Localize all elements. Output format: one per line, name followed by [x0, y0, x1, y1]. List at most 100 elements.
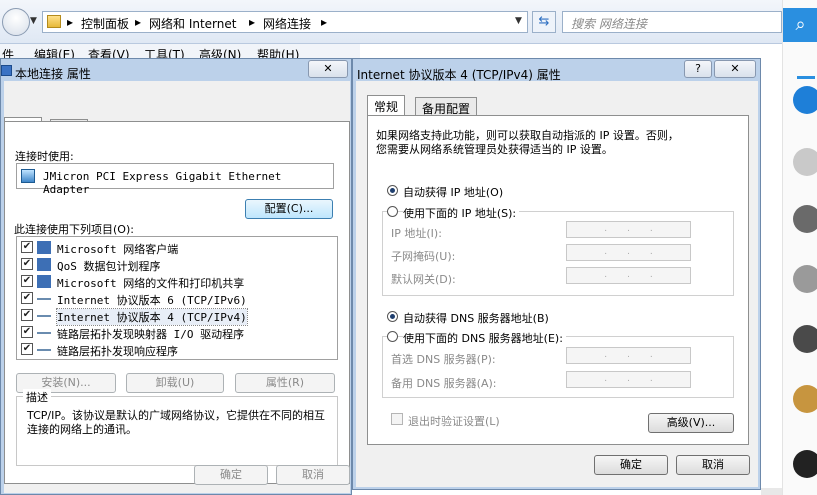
back-button[interactable] [2, 8, 30, 36]
search-icon[interactable]: ⌕ [783, 8, 817, 42]
list-item[interactable]: ✔ 链路层拓扑发现响应程序 [21, 341, 331, 358]
item-label: Microsoft 网络客户端 [57, 243, 179, 256]
cancel-button[interactable]: 取消 [276, 465, 350, 485]
default-gateway-input[interactable]: ... [566, 267, 691, 284]
list-item[interactable]: ✔ 链路层拓扑发现映射器 I/O 驱动程序 [21, 324, 331, 341]
item-label: Internet 协议版本 4 (TCP/IPv4) [56, 308, 248, 326]
avatar[interactable] [793, 148, 817, 176]
local-connection-properties-dialog: 本地连接 属性 ✕ 网络 共享 连接时使用: JMicron PCI Expre… [0, 58, 352, 495]
item-checkbox[interactable]: ✔ [21, 326, 33, 338]
explorer-toolbar: ▼ ▸ 控制面板 ▸ 网络和 Internet ▸ 网络连接 ▸ ▼ ⇆ 搜索 … [0, 0, 782, 44]
items-label: 此连接使用下列项目(O): [14, 223, 134, 236]
intro-text-line2: 您需要从网络系统管理员处获得适当的 IP 设置。 [376, 143, 613, 156]
recent-pages-dropdown-icon[interactable]: ▼ [30, 16, 40, 26]
manual-dns-label[interactable]: 使用下面的 DNS 服务器地址(E): [403, 330, 566, 346]
ok-button[interactable]: 确定 [594, 455, 668, 475]
avatar[interactable] [793, 265, 817, 293]
properties-button[interactable]: 属性(R) [235, 373, 335, 393]
ip-address-label: IP 地址(I): [391, 227, 442, 240]
breadcrumb-separator-icon[interactable]: ▸ [321, 15, 327, 29]
manual-ip-radio[interactable] [387, 206, 398, 217]
avatar[interactable] [793, 325, 817, 353]
network-client-icon [37, 241, 51, 254]
description-text: TCP/IP。该协议是默认的广域网络协议，它提供在不同的相互连接的网络上的通讯。 [27, 409, 325, 436]
auto-dns-radio[interactable] [387, 311, 398, 322]
control-panel-icon [47, 15, 61, 28]
alternate-dns-input[interactable]: ... [566, 371, 691, 388]
list-item[interactable]: ✔ Internet 协议版本 4 (TCP/IPv4) [21, 307, 331, 326]
protocol-icon [37, 309, 51, 317]
network-connection-icon [1, 65, 12, 76]
dialog-title: 本地连接 属性 [15, 67, 91, 81]
help-icon[interactable]: ? [684, 60, 712, 78]
advanced-button[interactable]: 高级(V)... [648, 413, 734, 433]
network-adapter-icon [21, 169, 35, 183]
validate-label[interactable]: 退出时验证设置(L) [408, 413, 500, 429]
item-checkbox[interactable]: ✔ [21, 309, 33, 321]
item-checkbox[interactable]: ✔ [21, 258, 33, 270]
item-checkbox[interactable]: ✔ [21, 241, 33, 253]
ipv4-properties-dialog: Internet 协议版本 4 (TCP/IPv4) 属性 ? ✕ 常规 备用配… [352, 58, 761, 490]
sidebar-accent-bar [797, 76, 815, 79]
close-icon[interactable]: ✕ [308, 60, 348, 78]
preferred-dns-label: 首选 DNS 服务器(P): [391, 353, 496, 366]
preferred-dns-input[interactable]: ... [566, 347, 691, 364]
auto-dns-label[interactable]: 自动获得 DNS 服务器地址(B) [403, 310, 549, 326]
protocol-icon [37, 343, 51, 351]
item-checkbox[interactable]: ✔ [21, 275, 33, 287]
network-service-icon [37, 258, 51, 271]
item-label: Microsoft 网络的文件和打印机共享 [57, 277, 245, 290]
item-label: Internet 协议版本 6 (TCP/IPv6) [57, 294, 247, 307]
desktop-edge [761, 488, 782, 495]
ip-address-input[interactable]: ... [566, 221, 691, 238]
address-dropdown-icon[interactable]: ▼ [515, 16, 527, 28]
close-icon[interactable]: ✕ [714, 60, 756, 78]
address-bar[interactable]: ▸ 控制面板 ▸ 网络和 Internet ▸ 网络连接 ▸ ▼ [42, 11, 528, 33]
item-label: 链路层拓扑发现响应程序 [57, 345, 178, 358]
auto-ip-radio[interactable] [387, 185, 398, 196]
description-heading: 描述 [23, 389, 51, 405]
adapter-field: JMicron PCI Express Gigabit Ethernet Ada… [16, 163, 334, 196]
avatar[interactable] [793, 205, 817, 233]
configure-button[interactable]: 配置(C)... [245, 199, 333, 219]
breadcrumb-separator-icon[interactable]: ▸ [249, 15, 255, 29]
refresh-icon[interactable]: ⇆ [532, 11, 556, 33]
item-checkbox[interactable]: ✔ [21, 292, 33, 304]
breadcrumb-control-panel[interactable]: 控制面板 [81, 15, 129, 32]
dialog-body: 常规 备用配置 如果网络支持此功能，则可以获取自动指派的 IP 设置。否则， 您… [356, 81, 758, 487]
item-label: 链路层拓扑发现映射器 I/O 驱动程序 [57, 328, 245, 341]
auto-ip-label[interactable]: 自动获得 IP 地址(O) [403, 184, 503, 200]
connect-using-label: 连接时使用: [15, 150, 74, 163]
item-checkbox[interactable]: ✔ [21, 343, 33, 355]
protocol-icon [37, 326, 51, 334]
dialog-body: 网络 共享 连接时使用: JMicron PCI Express Gigabit… [4, 81, 350, 493]
list-item[interactable]: ✔ Microsoft 网络客户端 [21, 239, 331, 256]
validate-checkbox[interactable] [391, 413, 403, 425]
right-sidebar: ⌕ [782, 0, 817, 495]
subnet-mask-label: 子网掩码(U): [391, 250, 456, 263]
avatar[interactable] [793, 450, 817, 478]
breadcrumb-network-connections[interactable]: 网络连接 [263, 15, 311, 32]
breadcrumb-network-internet[interactable]: 网络和 Internet [149, 15, 236, 32]
adapter-name: JMicron PCI Express Gigabit Ethernet Ada… [43, 170, 282, 196]
manual-ip-label[interactable]: 使用下面的 IP 地址(S): [403, 205, 520, 221]
default-gateway-label: 默认网关(D): [391, 273, 456, 286]
search-input[interactable]: 搜索 网络连接 [562, 11, 782, 33]
manual-dns-radio[interactable] [387, 331, 398, 342]
alternate-dns-label: 备用 DNS 服务器(A): [391, 377, 497, 390]
list-item[interactable]: ✔ QoS 数据包计划程序 [21, 256, 331, 273]
uninstall-button[interactable]: 卸载(U) [126, 373, 224, 393]
subnet-mask-input[interactable]: ... [566, 244, 691, 261]
breadcrumb-separator-icon[interactable]: ▸ [67, 15, 73, 29]
breadcrumb-separator-icon[interactable]: ▸ [135, 15, 141, 29]
tab-alternate-configuration[interactable]: 备用配置 [415, 97, 478, 116]
description-group: 描述 TCP/IP。该协议是默认的广域网络协议，它提供在不同的相互连接的网络上的… [16, 389, 338, 466]
cancel-button[interactable]: 取消 [676, 455, 750, 475]
app-icon[interactable] [793, 86, 817, 114]
ok-button[interactable]: 确定 [194, 465, 268, 485]
tab-general[interactable]: 常规 [367, 95, 406, 115]
list-item[interactable]: ✔ Microsoft 网络的文件和打印机共享 [21, 273, 331, 290]
item-label: QoS 数据包计划程序 [57, 260, 161, 273]
avatar[interactable] [793, 385, 817, 413]
list-item[interactable]: ✔ Internet 协议版本 6 (TCP/IPv6) [21, 290, 331, 307]
